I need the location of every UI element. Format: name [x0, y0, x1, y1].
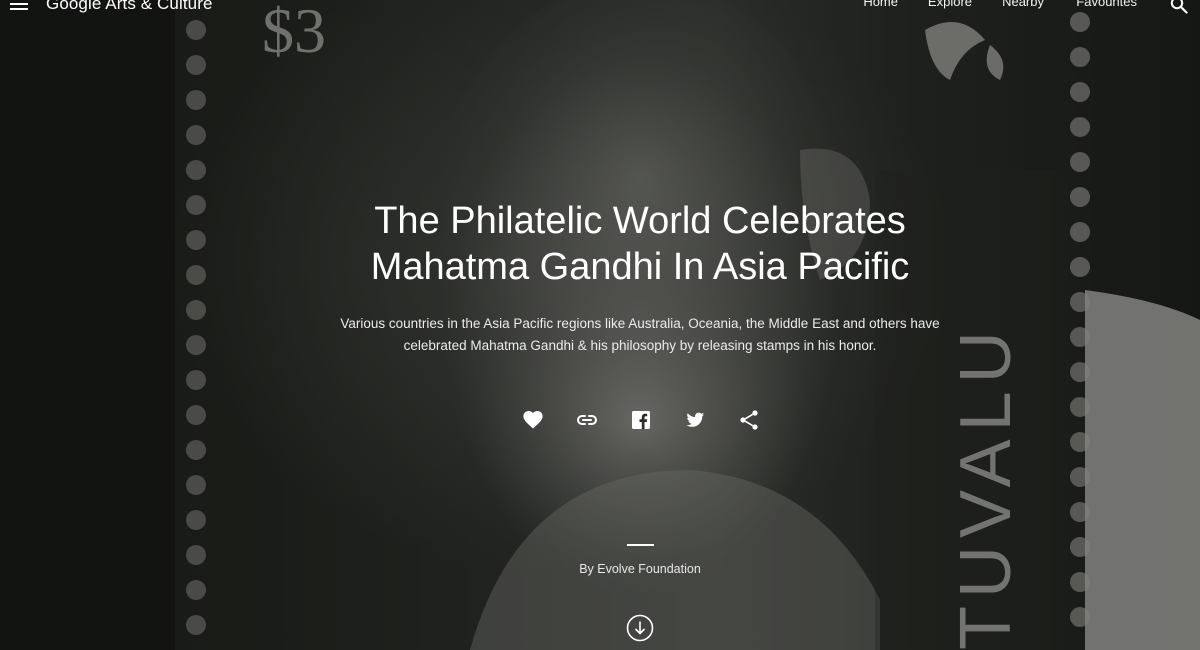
- search-icon[interactable]: [1170, 0, 1188, 14]
- share-actions: [0, 408, 1200, 436]
- facebook-icon[interactable]: [629, 408, 653, 432]
- story-hero: $3 TUVALU Google Arts & Culture Home Exp…: [0, 0, 1200, 650]
- nav-home[interactable]: Home: [863, 0, 898, 9]
- nav-explore[interactable]: Explore: [928, 0, 972, 9]
- heart-icon[interactable]: [521, 408, 545, 432]
- menu-icon[interactable]: [10, 0, 28, 11]
- story-description: Various countries in the Asia Pacific re…: [340, 316, 940, 353]
- story-title: The Philatelic World Celebrates Mahatma …: [370, 200, 910, 288]
- twitter-icon[interactable]: [683, 408, 707, 432]
- story-byline[interactable]: By Evolve Foundation: [440, 562, 840, 576]
- byline-divider: [627, 544, 654, 546]
- nav-nearby[interactable]: Nearby: [1002, 0, 1044, 9]
- top-bar: Google Arts & Culture Home Explore Nearb…: [0, 0, 1200, 18]
- brand-logo[interactable]: Google Arts & Culture: [46, 0, 213, 14]
- scroll-down-icon[interactable]: [626, 614, 654, 642]
- share-icon[interactable]: [737, 408, 761, 432]
- nav-favourites[interactable]: Favourites: [1076, 0, 1137, 9]
- link-icon[interactable]: [575, 408, 599, 432]
